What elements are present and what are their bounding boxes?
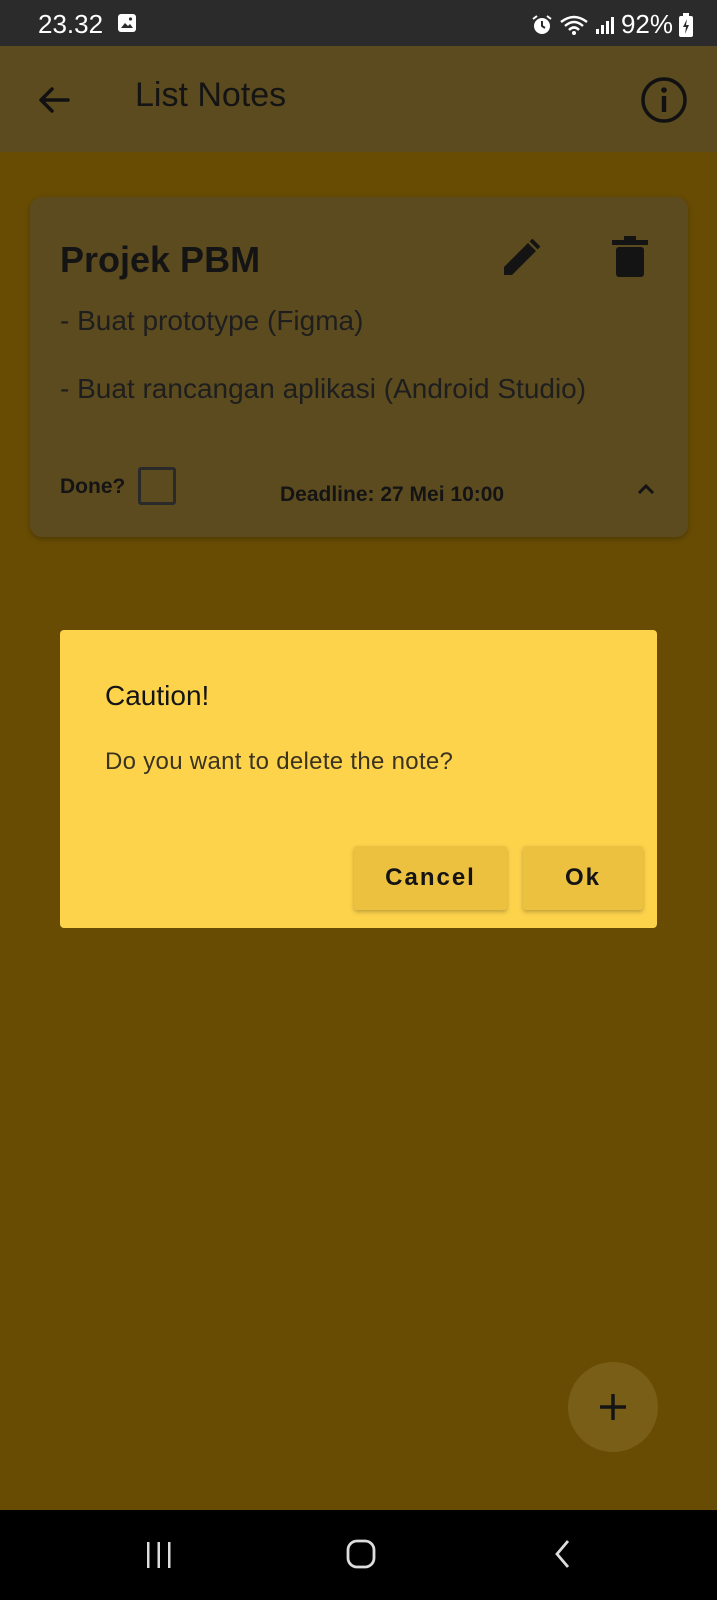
alarm-icon <box>532 14 552 34</box>
done-checkbox[interactable] <box>138 467 176 505</box>
cancel-button[interactable]: Cancel <box>354 846 507 910</box>
chevron-up-icon[interactable] <box>635 481 657 497</box>
info-circle-icon[interactable] <box>640 76 688 124</box>
add-note-button[interactable] <box>568 1362 658 1452</box>
arrow-left-icon[interactable] <box>34 80 74 120</box>
dialog-message: Do you want to delete the note? <box>105 748 454 775</box>
status-time: 23.32 <box>38 9 104 39</box>
system-nav-bar <box>0 1510 717 1600</box>
status-indicators: 92% <box>531 9 693 40</box>
note-card[interactable]: Projek PBM - Buat prototype (Figma) - Bu… <box>30 197 688 537</box>
deadline-text: Deadline: 27 Mei 10:00 <box>280 483 505 506</box>
trash-icon[interactable] <box>610 235 650 279</box>
status-bar: 23.32 92% <box>0 0 717 46</box>
app-bar: List Notes <box>0 46 717 152</box>
home-icon[interactable] <box>345 1538 377 1570</box>
battery-charging-icon <box>679 12 693 37</box>
recent-apps-icon[interactable] <box>144 1540 174 1570</box>
dialog-title: Caution! <box>105 680 210 711</box>
page-title: List Notes <box>135 76 287 114</box>
note-line: - Buat prototype (Figma) <box>60 305 364 336</box>
wifi-icon <box>560 15 588 35</box>
back-nav-icon[interactable] <box>552 1538 574 1570</box>
done-label: Done? <box>60 475 126 498</box>
note-line: - Buat rancangan aplikasi (Android Studi… <box>60 373 587 404</box>
note-title: Projek PBM <box>60 239 261 280</box>
plus-icon <box>600 1394 626 1420</box>
delete-confirm-dialog: Caution! Do you want to delete the note?… <box>60 630 657 928</box>
ok-button[interactable]: Ok <box>523 846 643 910</box>
battery-percentage: 92% <box>620 9 673 39</box>
image-notification-icon <box>118 14 136 32</box>
signal-icon <box>595 16 614 34</box>
pencil-icon[interactable] <box>500 237 542 279</box>
